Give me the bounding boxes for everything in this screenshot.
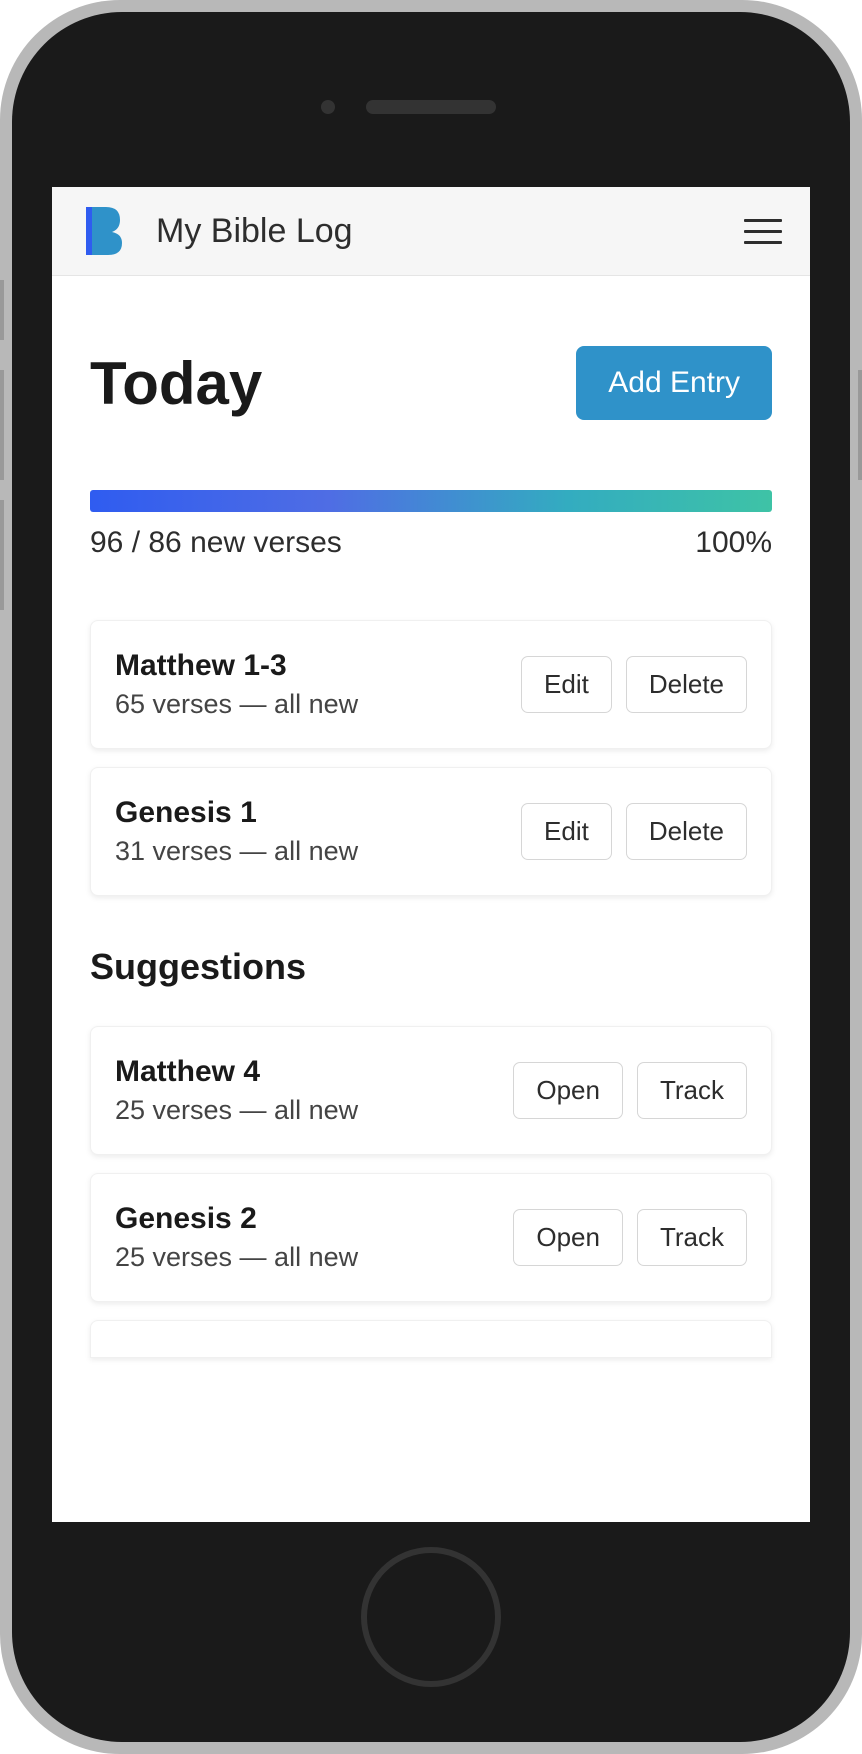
phone-home-button[interactable] — [361, 1547, 501, 1687]
app-screen: My Bible Log Today Add Entry 96 / 86 new… — [52, 187, 810, 1522]
suggestions-heading: Suggestions — [90, 946, 772, 988]
suggestion-title: Genesis 2 — [115, 1202, 358, 1236]
entry-title: Matthew 1-3 — [115, 649, 358, 683]
phone-camera — [321, 100, 335, 114]
open-button[interactable]: Open — [513, 1209, 623, 1266]
phone-side-button — [0, 500, 4, 610]
app-logo-icon[interactable] — [80, 205, 124, 257]
phone-frame: My Bible Log Today Add Entry 96 / 86 new… — [0, 0, 862, 1754]
page-header: Today Add Entry — [90, 346, 772, 420]
open-button[interactable]: Open — [513, 1062, 623, 1119]
phone-side-button — [0, 370, 4, 480]
edit-button[interactable]: Edit — [521, 803, 612, 860]
phone-side-button — [0, 280, 4, 340]
phone-speaker — [366, 100, 496, 114]
suggestion-card: Matthew 4 25 verses — all new Open Track — [90, 1026, 772, 1155]
progress-text: 96 / 86 new verses — [90, 526, 342, 560]
progress-labels: 96 / 86 new verses 100% — [90, 526, 772, 560]
suggestion-card: Genesis 2 25 verses — all new Open Track — [90, 1173, 772, 1302]
track-button[interactable]: Track — [637, 1209, 747, 1266]
app-title: My Bible Log — [156, 212, 712, 251]
main-content: Today Add Entry 96 / 86 new verses 100% … — [52, 276, 810, 1398]
delete-button[interactable]: Delete — [626, 656, 747, 713]
navbar: My Bible Log — [52, 187, 810, 276]
suggestion-card-partial — [90, 1320, 772, 1358]
suggestion-meta: 25 verses — all new — [115, 1242, 358, 1273]
suggestion-meta: 25 verses — all new — [115, 1095, 358, 1126]
progress-percent: 100% — [695, 526, 772, 560]
entry-card: Matthew 1-3 65 verses — all new Edit Del… — [90, 620, 772, 749]
progress-section: 96 / 86 new verses 100% — [90, 490, 772, 560]
delete-button[interactable]: Delete — [626, 803, 747, 860]
entry-meta: 65 verses — all new — [115, 689, 358, 720]
add-entry-button[interactable]: Add Entry — [576, 346, 772, 420]
menu-icon[interactable] — [744, 219, 782, 244]
entry-title: Genesis 1 — [115, 796, 358, 830]
entry-card: Genesis 1 31 verses — all new Edit Delet… — [90, 767, 772, 896]
phone-bezel: My Bible Log Today Add Entry 96 / 86 new… — [12, 12, 850, 1742]
track-button[interactable]: Track — [637, 1062, 747, 1119]
phone-side-button — [858, 370, 862, 480]
edit-button[interactable]: Edit — [521, 656, 612, 713]
progress-bar — [90, 490, 772, 512]
suggestion-title: Matthew 4 — [115, 1055, 358, 1089]
page-title: Today — [90, 349, 262, 418]
entry-meta: 31 verses — all new — [115, 836, 358, 867]
